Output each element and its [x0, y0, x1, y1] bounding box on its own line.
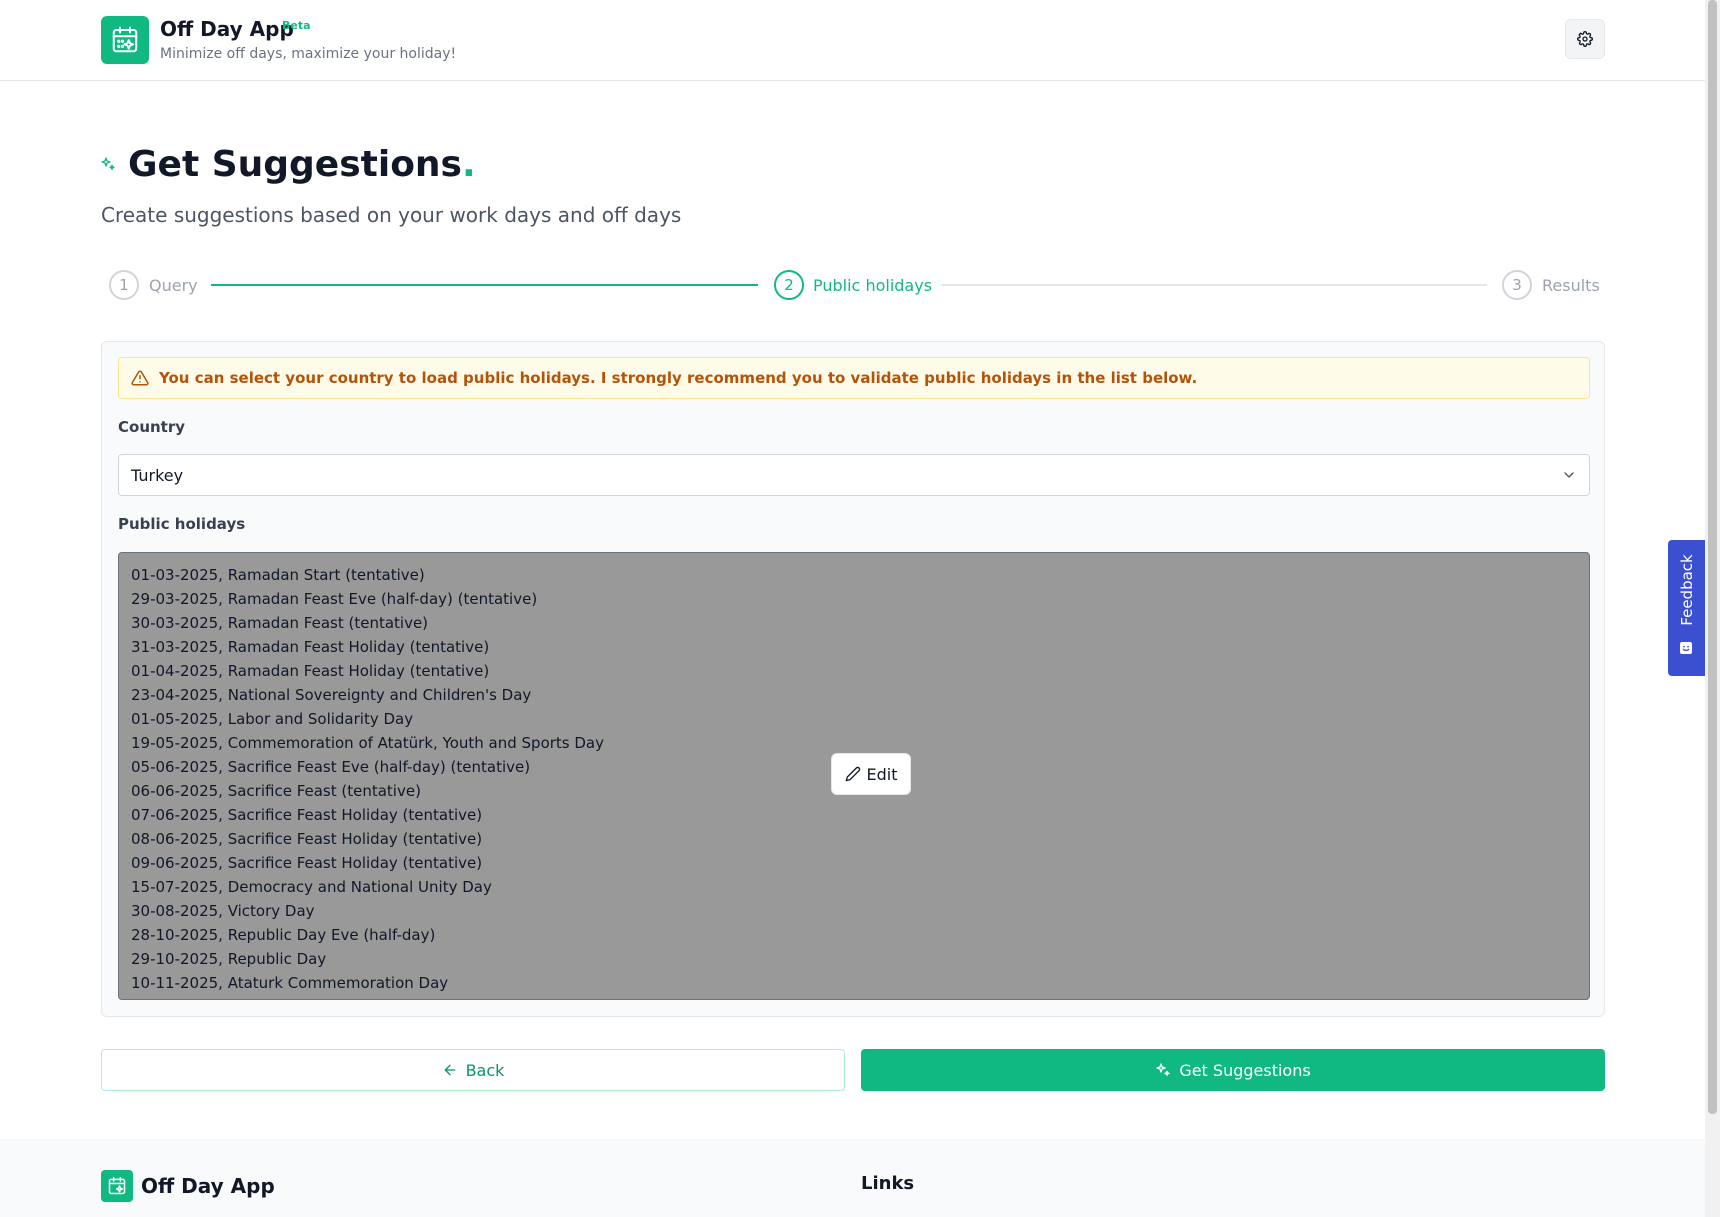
footer-app-name[interactable]: Off Day App: [141, 1174, 275, 1198]
page-footer: Off Day App Links: [0, 1139, 1705, 1217]
scrollbar-thumb[interactable]: [1708, 0, 1717, 1114]
edit-button-label: Edit: [866, 764, 898, 784]
get-suggestions-label: Get Suggestions: [1179, 1060, 1311, 1080]
sparkles-icon: [100, 156, 116, 176]
holiday-line: 29-03-2025, Ramadan Feast Eve (half-day)…: [131, 590, 538, 608]
step-2-circle[interactable]: 2: [774, 270, 804, 300]
holiday-line: 10-11-2025, Ataturk Commemoration Day: [131, 974, 449, 992]
page-title: Get Suggestions.: [128, 144, 476, 185]
holiday-line: 08-06-2025, Sacrifice Feast Holiday (ten…: [131, 830, 483, 848]
holiday-line: 30-08-2025, Victory Day: [131, 902, 315, 920]
country-select[interactable]: Turkey: [118, 454, 1590, 496]
holiday-line: 15-07-2025, Democracy and National Unity…: [131, 878, 492, 896]
calendar-logo-icon[interactable]: [101, 1170, 133, 1202]
title-accent-dot: .: [461, 144, 476, 185]
page-description: Create suggestions based on your work da…: [101, 203, 682, 227]
holiday-line: 30-03-2025, Ramadan Feast (tentative): [131, 614, 429, 632]
sparkles-icon: [1156, 1063, 1170, 1076]
footer-links-heading: Links: [861, 1173, 915, 1194]
progress-stepper: 1 Query 2 Public holidays 3 Results: [101, 268, 1605, 302]
warning-alert: You can select your country to load publ…: [118, 357, 1590, 399]
gear-icon: [1577, 31, 1593, 47]
holiday-line: 01-03-2025, Ramadan Start (tentative): [131, 566, 425, 584]
country-label: Country: [118, 418, 186, 436]
pencil-icon: [845, 766, 860, 782]
back-button-label: Back: [465, 1060, 505, 1080]
arrow-left-icon: [444, 1064, 455, 1076]
holiday-line: 09-06-2025, Sacrifice Feast Holiday (ten…: [131, 854, 483, 872]
feedback-tab[interactable]: Feedback: [1668, 540, 1705, 676]
holiday-line: 29-10-2025, Republic Day: [131, 950, 327, 968]
holiday-line: 28-10-2025, Republic Day Eve (half-day): [131, 926, 436, 944]
step-1-circle[interactable]: 1: [109, 270, 139, 300]
holidays-card: You can select your country to load publ…: [101, 341, 1605, 1017]
step-2-label[interactable]: Public holidays: [813, 276, 932, 295]
beta-badge: Beta: [282, 19, 311, 32]
calendar-logo-icon[interactable]: [101, 16, 149, 64]
step-3-circle[interactable]: 3: [1502, 270, 1532, 300]
feedback-label: Feedback: [1677, 554, 1696, 626]
step-connector-2: [941, 284, 1487, 286]
step-connector-1: [211, 284, 758, 286]
holiday-line: 31-03-2025, Ramadan Feast Holiday (tenta…: [131, 638, 490, 656]
holiday-line: 19-05-2025, Commemoration of Atatürk, Yo…: [131, 734, 605, 752]
holiday-line: 01-04-2025, Ramadan Feast Holiday (tenta…: [131, 662, 490, 680]
holiday-line: 01-05-2025, Labor and Solidarity Day: [131, 710, 414, 728]
app-header: Off Day App Beta Minimize off days, maxi…: [0, 0, 1705, 81]
step-1-label[interactable]: Query: [149, 276, 198, 295]
get-suggestions-button[interactable]: Get Suggestions: [861, 1049, 1605, 1091]
country-selected-value: Turkey: [131, 465, 184, 485]
chevron-down-icon: [1564, 472, 1574, 478]
back-button[interactable]: Back: [101, 1049, 845, 1091]
settings-button[interactable]: [1565, 19, 1605, 59]
feedback-smile-icon: [1680, 642, 1692, 654]
app-name[interactable]: Off Day App: [160, 17, 294, 41]
warning-triangle-icon: [131, 370, 149, 386]
step-3-label[interactable]: Results: [1542, 276, 1600, 295]
public-holidays-textarea[interactable]: 01-03-2025, Ramadan Start (tentative) 29…: [118, 552, 1590, 1000]
page-scrollbar[interactable]: [1705, 0, 1720, 1217]
alert-message: You can select your country to load publ…: [159, 369, 1198, 387]
holiday-line: 23-04-2025, National Sovereignty and Chi…: [131, 686, 532, 704]
edit-holidays-button[interactable]: Edit: [831, 753, 911, 795]
page-title-text: Get Suggestions: [128, 144, 462, 185]
app-tagline: Minimize off days, maximize your holiday…: [160, 46, 457, 62]
public-holidays-label: Public holidays: [118, 515, 246, 533]
holiday-line: 07-06-2025, Sacrifice Feast Holiday (ten…: [131, 806, 483, 824]
